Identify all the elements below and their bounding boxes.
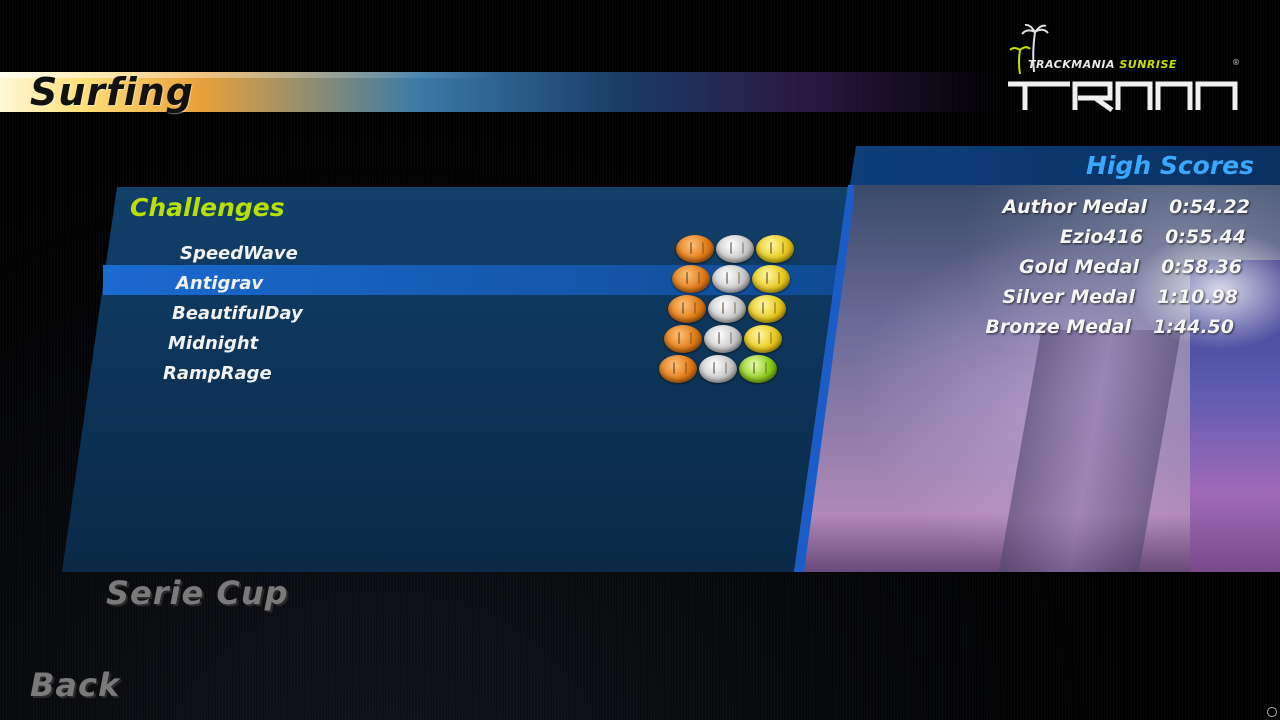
score-row-gold: Gold Medal 0:58.36 — [1019, 256, 1242, 278]
nadeo-medal-icon — [739, 355, 777, 383]
logo-wordmark: TRACKMANIA SUNRISE — [1028, 58, 1177, 71]
logo-brand: TRACKMANIA — [1028, 58, 1116, 71]
score-time: 1:44.50 — [1153, 316, 1234, 338]
silver-medal-icon — [712, 265, 750, 293]
registered-mark: ® — [1232, 58, 1240, 67]
score-row-silver: Silver Medal 1:10.98 — [1002, 286, 1238, 308]
score-row-bronze: Bronze Medal 1:44.50 — [985, 316, 1234, 338]
score-label: Author Medal — [1002, 196, 1148, 218]
high-scores-heading: High Scores — [1085, 151, 1254, 180]
gold-medal-icon — [756, 235, 794, 263]
challenge-beautifulday[interactable]: BeautifulDay — [172, 303, 303, 324]
logo-edition: SUNRISE — [1119, 58, 1177, 71]
score-label: Bronze Medal — [985, 316, 1132, 338]
bronze-medal-icon — [659, 355, 697, 383]
score-time: 0:54.22 — [1169, 196, 1250, 218]
score-label: Ezio416 — [1059, 226, 1144, 248]
silver-medal-icon — [716, 235, 754, 263]
challenge-midnight[interactable]: Midnight — [168, 333, 258, 354]
serie-cup-label[interactable]: Serie Cup — [106, 574, 289, 612]
challenge-ramprage[interactable]: RampRage — [163, 363, 272, 384]
gold-medal-icon — [752, 265, 790, 293]
silver-medal-icon — [708, 295, 746, 323]
page-title: Surfing — [30, 70, 194, 114]
bronze-medal-icon — [676, 235, 714, 263]
back-button[interactable]: Back — [30, 666, 120, 704]
silver-medal-icon — [704, 325, 742, 353]
score-row-author: Author Medal 0:54.22 — [1002, 196, 1250, 218]
bronze-medal-icon — [668, 295, 706, 323]
score-time: 0:58.36 — [1161, 256, 1242, 278]
silver-medal-icon — [699, 355, 737, 383]
score-label: Silver Medal — [1002, 286, 1136, 308]
challenges-heading: Challenges — [130, 193, 285, 222]
score-label: Gold Medal — [1018, 256, 1140, 278]
score-row-player: Ezio416 0:55.44 — [1060, 226, 1246, 248]
challenge-antigrav[interactable]: Antigrav — [176, 273, 263, 294]
gold-medal-icon — [744, 325, 782, 353]
bronze-medal-icon — [672, 265, 710, 293]
score-time: 0:55.44 — [1165, 226, 1246, 248]
gold-medal-icon — [748, 295, 786, 323]
challenge-speedwave[interactable]: SpeedWave — [180, 243, 298, 264]
bronze-medal-icon — [664, 325, 702, 353]
tmsunrise-letters — [1008, 81, 1238, 113]
corner-icon — [1267, 707, 1277, 717]
score-time: 1:10.98 — [1157, 286, 1238, 308]
